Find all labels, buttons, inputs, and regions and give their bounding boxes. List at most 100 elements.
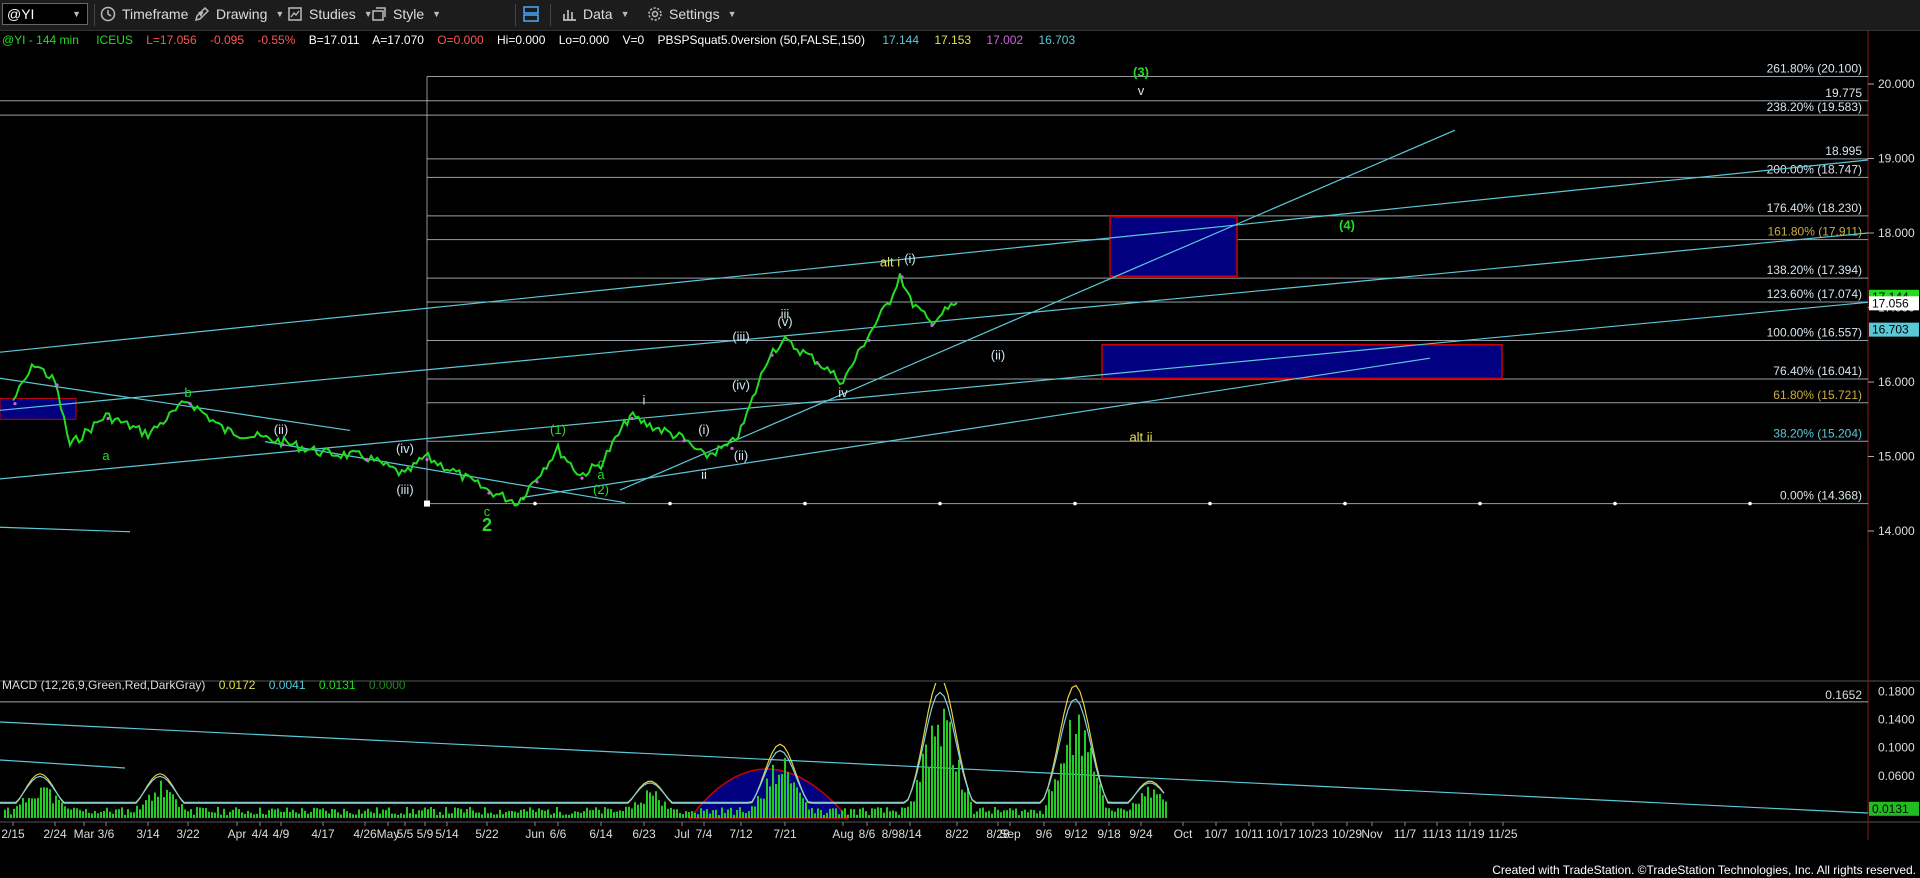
trendlines: [0, 129, 1868, 533]
style-button[interactable]: Style ▼: [370, 3, 441, 25]
macd-hist-bar: [88, 812, 90, 818]
macd-line: [0, 683, 1165, 804]
macd-hist-bar: [439, 812, 441, 818]
macd-hist-bar: [634, 802, 636, 818]
macd-hist-bar: [496, 814, 498, 818]
macd-hist-bar: [325, 810, 327, 818]
timeframe-button[interactable]: Timeframe ▼: [99, 3, 205, 25]
macd-hist-bar: [979, 808, 981, 818]
macd-hist-bar: [247, 810, 249, 818]
macd-hist-bar: [469, 807, 471, 818]
macd-hist-bar: [574, 811, 576, 818]
macd-hist-bar: [877, 807, 879, 818]
macd-hist-bar: [52, 803, 54, 818]
bar-marker: [365, 457, 369, 462]
macd-hist-bar: [7, 807, 9, 818]
macd-hist-bar: [139, 809, 141, 818]
macd-hist-bar: [691, 811, 693, 818]
wave-label: i: [643, 392, 646, 407]
macd-hist-bar: [43, 787, 45, 818]
macd-hist-bar: [82, 811, 84, 818]
macd-hist-bar: [418, 810, 420, 818]
macd-hist-bar: [424, 807, 426, 818]
macd-hist-bar: [205, 808, 207, 818]
price-tag-label: 17.056: [1872, 296, 1909, 310]
macd-hist-bar: [1141, 793, 1143, 818]
macd-hist-bar: [73, 807, 75, 818]
macd-hist-bar: [826, 812, 828, 818]
macd-hist-bar: [529, 807, 531, 818]
studies-button[interactable]: Studies ▼: [286, 3, 373, 25]
macd-hist-bar: [778, 774, 780, 818]
macd-hist-bar: [130, 812, 132, 818]
x-tick-label: 8/14: [898, 827, 922, 841]
macd-hist-bar: [847, 814, 849, 818]
wave-label: (3): [1133, 65, 1149, 80]
macd-hist-bar: [946, 720, 948, 818]
macd-axis: 0.1800 0.1400 0.1000 0.0600 0.1652 0.0131: [1825, 685, 1919, 816]
macd-hist-bar: [271, 808, 273, 818]
macd-hist-bar: [1090, 747, 1092, 818]
projection-dot: [803, 501, 807, 506]
wave-label: v: [1138, 83, 1145, 98]
fib-label: 176.40% (18.230): [1767, 201, 1862, 215]
macd-hist-bar: [358, 809, 360, 818]
macd-hist-bar: [910, 801, 912, 818]
macd-hist-bar: [1144, 796, 1146, 818]
macd-hist-bar: [739, 807, 741, 818]
macd-hist-bar: [898, 814, 900, 818]
macd-hist-bar: [940, 746, 942, 818]
macd-hist-bar: [766, 778, 768, 818]
macd-hist-bar: [589, 810, 591, 818]
bar-marker: [580, 476, 584, 480]
macd-hist-bar: [61, 802, 63, 818]
macd-hist-bar: [373, 813, 375, 818]
macd-hist-bar: [1066, 744, 1068, 818]
bar-marker: [770, 353, 774, 357]
macd-hist-bar: [1078, 714, 1080, 818]
macd-hist-bar: [547, 809, 549, 818]
macd-hist-bar: [115, 809, 117, 818]
macd-hist-bar: [148, 794, 150, 818]
wave-label: (i): [698, 422, 710, 437]
macd-hist-bar: [628, 806, 630, 818]
macd-hist-bar: [685, 811, 687, 818]
macd-hist-bar: [535, 811, 537, 818]
macd-hist-bar: [895, 811, 897, 818]
macd-hist-bar: [841, 810, 843, 818]
legend-open: O=0.000: [437, 33, 484, 47]
macd-hist-bar: [490, 812, 492, 818]
macd-hist-bar: [742, 812, 744, 818]
macd-hist-bar: [544, 810, 546, 818]
wave-label: a: [102, 448, 110, 463]
macd-hist-bar: [619, 810, 621, 818]
macd-hist-bar: [745, 812, 747, 818]
macd-hist-bar: [97, 813, 99, 818]
macd-hist-bar: [451, 813, 453, 818]
macd-hist-bar: [664, 801, 666, 818]
macd-hist-bar: [118, 809, 120, 818]
macd-hist-bar: [313, 807, 315, 818]
drawing-button[interactable]: Drawing ▼: [193, 3, 284, 25]
fib-label: 38.20% (15.204): [1773, 426, 1862, 440]
macd-hist-bar: [748, 811, 750, 818]
data-button[interactable]: Data ▼: [560, 3, 630, 25]
pencil-icon: [194, 6, 210, 22]
macd-hist-bar: [700, 808, 702, 818]
layout-button[interactable]: [522, 3, 545, 25]
x-tick-label: 11/25: [1488, 827, 1517, 841]
trendline: [0, 232, 1868, 411]
macd-hist-bar: [58, 799, 60, 818]
macd-hist-bar: [997, 809, 999, 818]
macd-hist-bar: [1087, 752, 1089, 818]
macd-hist-bar: [703, 810, 705, 818]
symbol-dropdown[interactable]: @YI ▼: [2, 3, 88, 25]
macd-hist-bar: [295, 812, 297, 818]
price-chart[interactable]: @YI - 144 min ICEUS L=17.056 -0.095 -0.5…: [0, 30, 1920, 878]
macd-hist-bar: [904, 808, 906, 818]
macd-hist-bar: [757, 796, 759, 818]
settings-button[interactable]: Settings ▼: [646, 3, 737, 25]
macd-hist-bar: [730, 807, 732, 818]
macd-hist-bar: [1165, 801, 1167, 818]
macd-level-label: 0.1652: [1825, 688, 1862, 702]
